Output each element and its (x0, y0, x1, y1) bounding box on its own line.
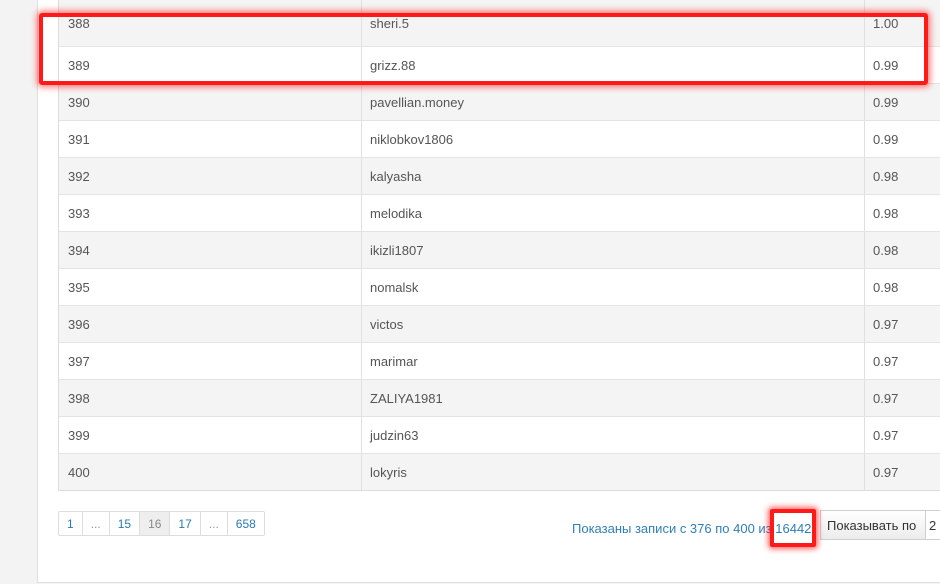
row-username: judzin63 (362, 417, 865, 453)
row-number: 400 (59, 454, 362, 490)
highlight-total-box (770, 509, 816, 547)
row-value: 0.98 (873, 242, 899, 258)
row-number: 391 (59, 121, 362, 157)
row-username: lokyris (362, 454, 865, 490)
row-value: 0.98 (873, 205, 899, 221)
row-username: pavellian.money (362, 84, 865, 120)
page-button: 16 (139, 511, 171, 536)
pagination: 1... 15 16 17... 658 (58, 511, 265, 536)
row-value: 0.97 (873, 427, 899, 443)
table-row: 400 lokyris 0.97 (59, 453, 940, 490)
row-username: victos (362, 306, 865, 342)
highlight-rows-box (39, 13, 928, 85)
row-number: 390 (59, 84, 362, 120)
row-number: 395 (59, 269, 362, 305)
table-row: 394 ikizli1807 0.98 (59, 231, 940, 268)
records-info-text: Показаны записи с 376 по 400 из (572, 521, 776, 536)
table-row: 392 kalyasha 0.98 (59, 157, 940, 194)
table-row: 390 pavellian.money 0.99 (59, 83, 940, 120)
table-row: 397 marimar 0.97 (59, 342, 940, 379)
table-row: 398 ZALIYA1981 0.97 (59, 379, 940, 416)
row-username: nomalsk (362, 269, 865, 305)
page-button[interactable]: 1 (58, 511, 83, 536)
row-value: 0.97 (873, 316, 899, 332)
row-value: 0.98 (873, 168, 899, 184)
row-number: 399 (59, 417, 362, 453)
table-row: 395 nomalsk 0.98 (59, 268, 940, 305)
row-username: ikizli1807 (362, 232, 865, 268)
table-row: 396 victos 0.97 (59, 305, 940, 342)
row-number: 398 (59, 380, 362, 416)
row-value: 0.97 (873, 464, 899, 480)
row-number: 392 (59, 158, 362, 194)
row-number: 396 (59, 306, 362, 342)
page-button[interactable]: 658 (226, 511, 265, 536)
row-number: 394 (59, 232, 362, 268)
page-ellipsis: ... (81, 511, 110, 536)
row-username: ZALIYA1981 (362, 380, 865, 416)
row-value: 0.98 (873, 279, 899, 295)
page-button[interactable]: 15 (108, 511, 141, 536)
table-row: 393 melodika 0.98 (59, 194, 940, 231)
table-row: 399 judzin63 0.97 (59, 416, 940, 453)
row-username: marimar (362, 343, 865, 379)
row-value: 0.97 (873, 390, 899, 406)
table-row: 391 niklobkov1806 0.99 (59, 120, 940, 157)
page-button[interactable]: 17 (169, 511, 201, 536)
per-page-label: Показывать по (820, 510, 930, 540)
row-value: 0.97 (873, 353, 899, 369)
row-number: 393 (59, 195, 362, 231)
per-page-select[interactable]: 2 (925, 510, 940, 540)
row-value: 0.99 (873, 94, 899, 110)
row-username: niklobkov1806 (362, 121, 865, 157)
page-ellipsis: ... (199, 511, 228, 536)
row-username: kalyasha (362, 158, 865, 194)
row-username: melodika (362, 195, 865, 231)
row-number: 397 (59, 343, 362, 379)
row-value: 0.99 (873, 131, 899, 147)
